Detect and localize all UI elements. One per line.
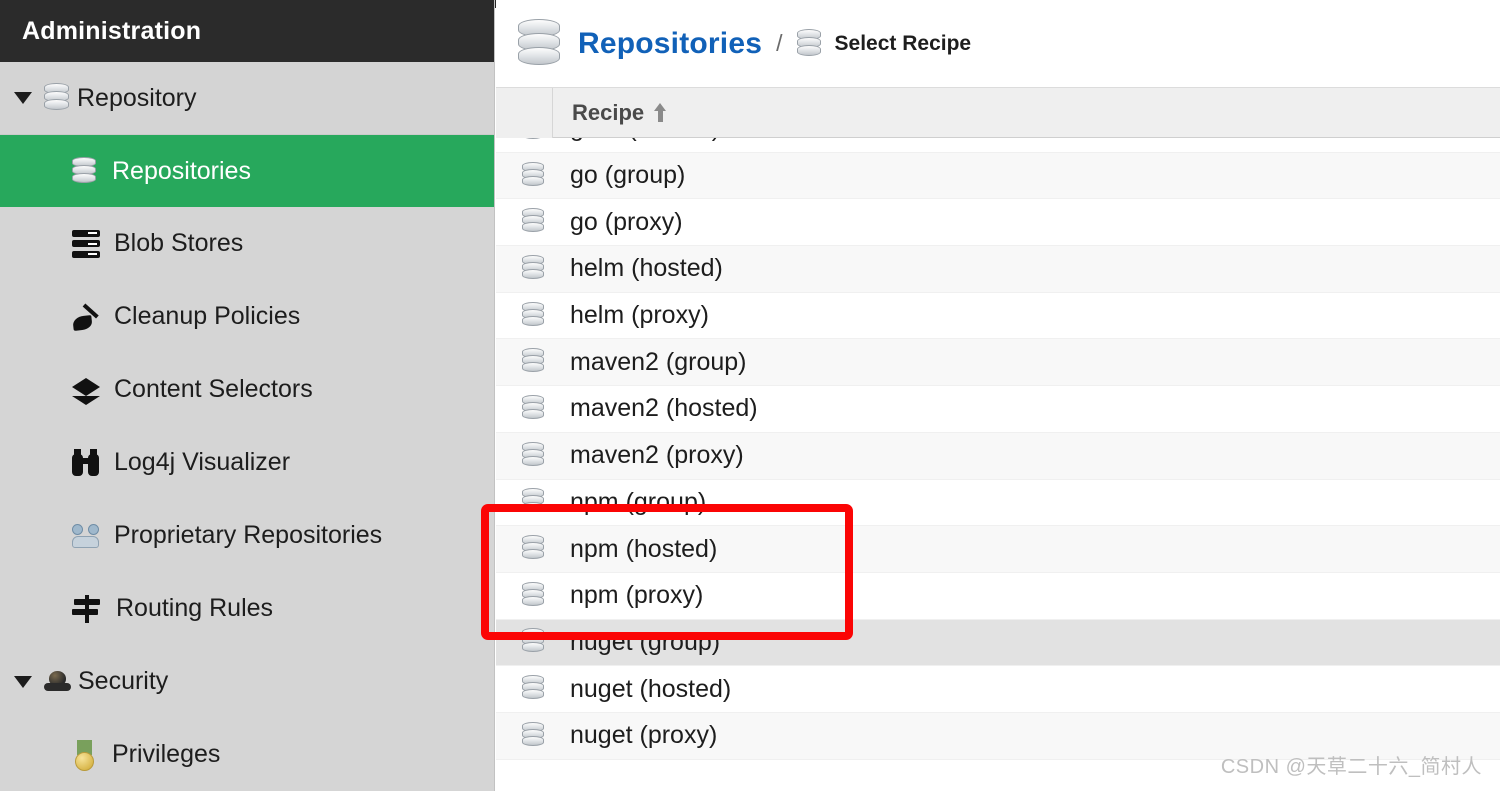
broom-icon [72, 303, 100, 331]
breadcrumb-link-repositories[interactable]: Repositories [578, 27, 762, 61]
database-icon [518, 18, 562, 69]
database-icon [522, 301, 546, 330]
sidebar-item-label: Proprietary Repositories [114, 521, 383, 549]
sidebar: Administration Repository Repositories B… [0, 0, 495, 791]
main-content: Repositories / Select Recipe Recipe gitl… [481, 0, 1500, 791]
table-row[interactable]: helm (proxy) [496, 292, 1500, 340]
database-icon [72, 156, 98, 186]
signpost-icon [72, 594, 102, 623]
table-row-label: npm (group) [570, 487, 707, 516]
table-row-label: go (group) [570, 161, 686, 190]
table-row-label: helm (hosted) [570, 254, 723, 283]
table-row[interactable]: npm (group) [496, 479, 1500, 527]
medal-icon [72, 739, 98, 771]
database-icon [522, 208, 546, 236]
sidebar-item-label: Log4j Visualizer [114, 448, 291, 476]
sidebar-item-label: Content Selectors [114, 375, 313, 403]
breadcrumb-separator: / [776, 30, 783, 56]
caret-down-icon[interactable] [14, 92, 32, 104]
table-row-label: maven2 (proxy) [570, 441, 744, 470]
table-row-label: gitlfs (hosted) [570, 138, 720, 143]
table-row-label: nuget (hosted) [570, 674, 732, 703]
table-row[interactable]: npm (proxy) [496, 572, 1500, 620]
database-icon [796, 28, 823, 59]
layers-icon [72, 376, 100, 405]
database-icon [522, 161, 546, 190]
database-icon [522, 348, 546, 376]
table-row[interactable]: gitlfs (hosted) [496, 138, 1500, 153]
sidebar-item-label: Repositories [112, 156, 251, 185]
app-root: Administration Repository Repositories B… [0, 0, 1500, 791]
table-body: gitlfs (hosted) go (group) go (proxy) helm … [496, 138, 1500, 760]
table-row-label: npm (proxy) [570, 581, 704, 610]
table-header-row: Recipe [496, 87, 1500, 138]
sidebar-item-content-selectors[interactable]: Content Selectors [0, 353, 494, 426]
table-row-label: maven2 (hosted) [570, 394, 758, 423]
sidebar-item-label: Privileges [112, 740, 221, 768]
table-header-recipe[interactable]: Recipe [553, 100, 1500, 126]
database-icon [522, 628, 546, 656]
table-row[interactable]: maven2 (group) [496, 339, 1500, 387]
watermark-text: CSDN @天草二十六_简村人 [1220, 756, 1482, 778]
sidebar-item-blob-stores[interactable]: Blob Stores [0, 207, 494, 280]
server-stack-icon [72, 229, 100, 258]
shield-icon [44, 668, 72, 696]
sidebar-item-label: Cleanup Policies [114, 302, 301, 330]
sidebar-item-proprietary-repositories[interactable]: Proprietary Repositories [0, 499, 494, 572]
table-row-label: nuget (group) [570, 627, 721, 656]
table-header-checkbox-column [496, 87, 553, 138]
sidebar-group-label: Repository [77, 83, 197, 112]
database-icon [522, 488, 546, 516]
table-row[interactable]: helm (hosted) [496, 246, 1500, 293]
table-row[interactable]: maven2 (proxy) [496, 432, 1500, 480]
table-row-label: go (proxy) [570, 207, 683, 236]
sidebar-item-label: Routing Rules [116, 594, 274, 622]
table-row-label: npm (hosted) [570, 534, 718, 563]
database-icon [522, 138, 546, 143]
database-icon [522, 535, 546, 563]
table-row[interactable]: go (group) [496, 152, 1500, 200]
table-row[interactable]: go (proxy) [496, 199, 1500, 247]
table-header-recipe-label: Recipe [572, 99, 645, 125]
breadcrumb-current: Select Recipe [834, 31, 972, 55]
database-icon [522, 721, 546, 750]
database-icon [522, 441, 546, 470]
sort-ascending-icon[interactable] [654, 103, 667, 122]
caret-down-icon[interactable] [14, 675, 32, 688]
table-row[interactable]: npm (hosted) [496, 526, 1500, 573]
table-row-label: helm (proxy) [570, 301, 709, 330]
people-icon [72, 522, 100, 550]
sidebar-item-repositories[interactable]: Repositories [0, 135, 494, 207]
table-row[interactable]: nuget (hosted) [496, 666, 1500, 713]
table-row[interactable]: maven2 (hosted) [496, 386, 1500, 433]
table-row[interactable]: nuget (group) [496, 619, 1500, 667]
sidebar-item-routing-rules[interactable]: Routing Rules [0, 572, 494, 645]
sidebar-item-cleanup-policies[interactable]: Cleanup Policies [0, 280, 494, 353]
sidebar-group-repository[interactable]: Repository [0, 62, 494, 135]
sidebar-title: Administration [0, 0, 494, 62]
database-icon [522, 581, 546, 610]
sidebar-group-security[interactable]: Security [0, 645, 494, 718]
table-body-viewport[interactable]: gitlfs (hosted) go (group) go (proxy) helm … [496, 138, 1500, 791]
sidebar-item-log4j-visualizer[interactable]: Log4j Visualizer [0, 426, 494, 499]
database-icon [44, 83, 71, 113]
table-row-label: nuget (proxy) [570, 721, 718, 750]
database-icon [522, 254, 546, 283]
breadcrumb: Repositories / Select Recipe [496, 0, 1500, 88]
sidebar-item-privileges[interactable]: Privileges [0, 718, 494, 791]
database-icon [522, 675, 546, 703]
sidebar-group-label: Security [78, 667, 169, 695]
sidebar-item-label: Blob Stores [114, 229, 244, 257]
table-row-label: maven2 (group) [570, 347, 747, 376]
binoculars-icon [72, 448, 100, 477]
database-icon [522, 394, 546, 423]
